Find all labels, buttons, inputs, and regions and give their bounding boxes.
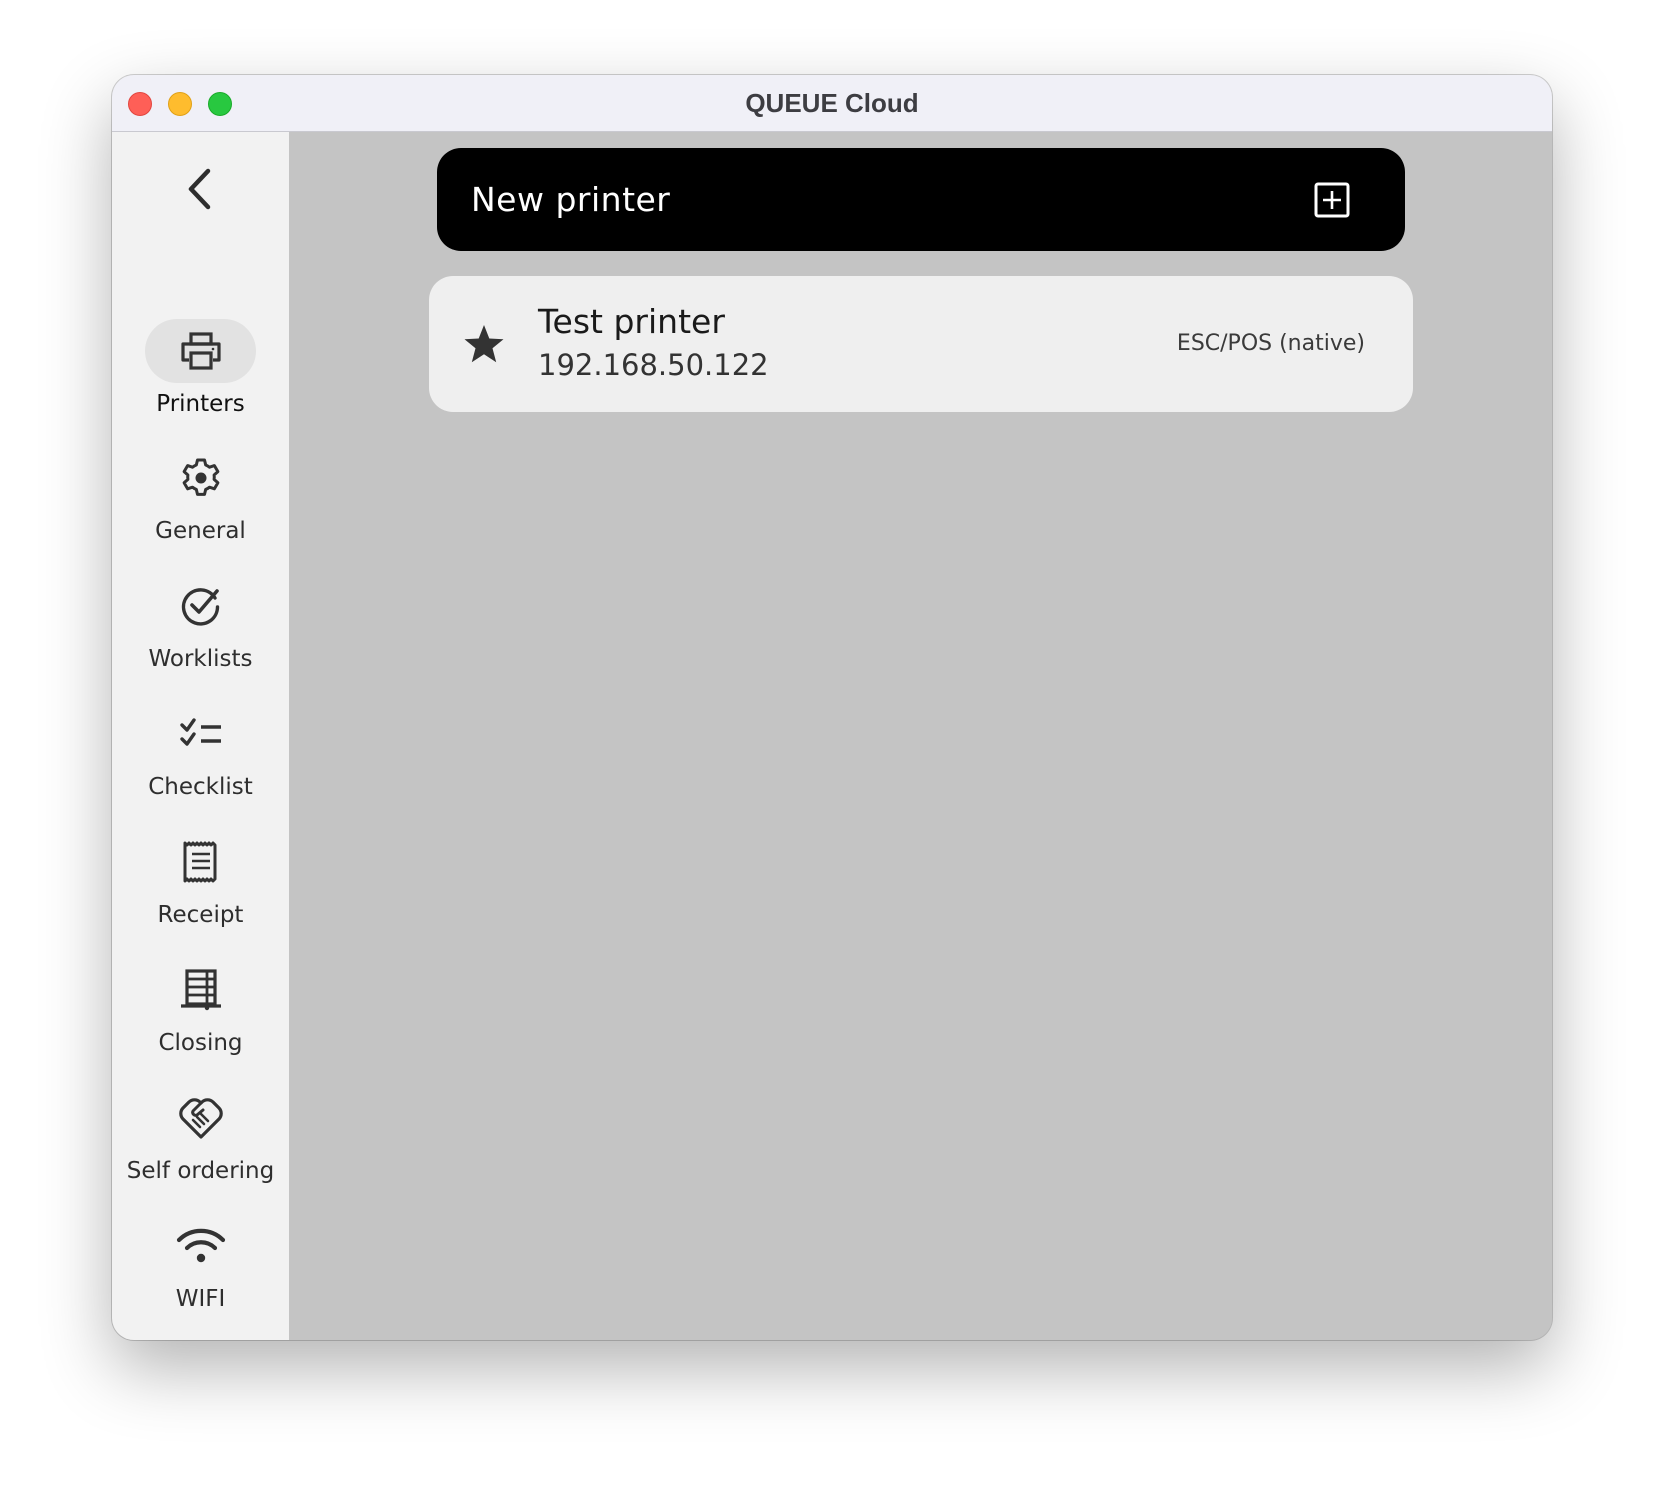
sidebar-item-general[interactable]: General xyxy=(112,446,289,564)
sidebar-item-worklists[interactable]: Worklists xyxy=(112,574,289,692)
back-button[interactable] xyxy=(178,167,222,211)
sidebar-item-closing[interactable]: Closing xyxy=(112,958,289,1076)
sidebar-item-label: Closing xyxy=(158,1030,243,1056)
sidebar-item-receipt[interactable]: Receipt xyxy=(112,830,289,948)
plus-square-icon xyxy=(1314,182,1350,218)
sidebar-item-label: WIFI xyxy=(175,1286,226,1312)
new-printer-button[interactable]: New printer xyxy=(437,148,1405,251)
checklist-icon xyxy=(179,718,221,746)
new-printer-label: New printer xyxy=(471,180,671,219)
printer-name: Test printer xyxy=(538,302,725,341)
wifi-icon xyxy=(176,1228,225,1263)
star-icon[interactable] xyxy=(462,322,506,366)
printer-icon xyxy=(180,332,221,370)
sidebar-item-checklist[interactable]: Checklist xyxy=(112,702,289,820)
window-title: QUEUE Cloud xyxy=(745,88,919,118)
printer-type: ESC/POS (native) xyxy=(1176,331,1365,356)
sidebar-item-label: Printers xyxy=(156,391,245,417)
chevron-left-icon xyxy=(188,168,211,210)
sidebar-item-label: Self ordering xyxy=(126,1158,275,1184)
gear-icon xyxy=(182,458,219,496)
sidebar-item-label: Receipt xyxy=(157,902,244,928)
sidebar: Printers General Worklists Checklist Rec… xyxy=(112,132,289,1340)
sidebar-item-label: Checklist xyxy=(148,774,253,800)
active-indicator xyxy=(145,319,256,383)
main-content: New printer Test printer 192.168.50.122 … xyxy=(289,132,1552,1340)
title-bar: QUEUE Cloud xyxy=(112,75,1552,132)
closing-register-icon xyxy=(180,969,221,1011)
app-window: QUEUE Cloud Printers General Worklists C… xyxy=(112,75,1552,1340)
sidebar-item-label: Worklists xyxy=(148,646,253,672)
check-circle-icon xyxy=(181,588,219,626)
sidebar-item-self-ordering[interactable]: Self ordering xyxy=(112,1086,289,1204)
printer-address: 192.168.50.122 xyxy=(538,348,769,382)
receipt-icon xyxy=(183,841,216,883)
sidebar-item-printers[interactable]: Printers xyxy=(112,319,289,437)
sidebar-item-wifi[interactable]: WIFI xyxy=(112,1214,289,1332)
handshake-icon xyxy=(178,1098,223,1139)
sidebar-item-label: General xyxy=(155,518,246,544)
printer-list-item[interactable]: Test printer 192.168.50.122 ESC/POS (nat… xyxy=(429,276,1413,412)
